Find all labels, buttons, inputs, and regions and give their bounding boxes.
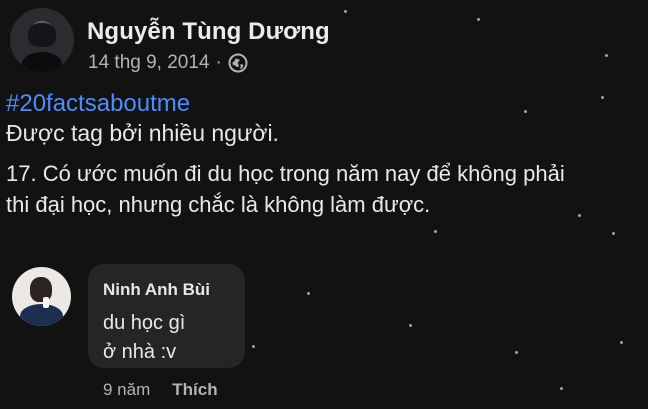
star-dot xyxy=(409,324,412,327)
comment-line-2: ở nhà :v xyxy=(103,341,177,363)
post-date[interactable]: 14 thg 9, 2014 xyxy=(88,52,210,74)
star-dot xyxy=(612,232,615,235)
post-header: Nguyễn Tùng Dương 14 thg 9, 2014 · xyxy=(8,8,628,80)
comment-actions: 9 năm Thích xyxy=(103,380,218,400)
star-dot xyxy=(434,230,437,233)
globe-icon xyxy=(228,53,248,73)
phone-icon xyxy=(43,297,49,308)
star-dot xyxy=(307,292,310,295)
meta-separator: · xyxy=(215,52,222,73)
comment-bubble: Ninh Anh Bùi du học gì ở nhà :v xyxy=(88,264,245,368)
star-dot xyxy=(252,345,255,348)
tagged-text: Được tag bởi nhiều người. xyxy=(6,120,279,146)
more-icon[interactable] xyxy=(637,23,648,47)
star-dot xyxy=(524,110,527,113)
comment-time[interactable]: 9 năm xyxy=(103,380,150,400)
star-dot xyxy=(560,387,563,390)
like-button[interactable]: Thích xyxy=(172,380,217,400)
star-dot xyxy=(515,351,518,354)
commenter-avatar[interactable] xyxy=(12,267,71,326)
author-avatar[interactable] xyxy=(10,8,74,72)
star-dot xyxy=(601,96,604,99)
post-body-text: 17. Có ước muốn đi du học trong năm nay … xyxy=(6,161,565,217)
comment-line-1: du học gì xyxy=(103,312,186,334)
star-dot xyxy=(620,341,623,344)
author-name[interactable]: Nguyễn Tùng Dương xyxy=(87,18,330,46)
hashtag-link[interactable]: #20factsaboutme xyxy=(6,90,190,118)
commenter-name[interactable]: Ninh Anh Bùi xyxy=(103,280,210,300)
post-meta: 14 thg 9, 2014 · xyxy=(88,52,248,74)
